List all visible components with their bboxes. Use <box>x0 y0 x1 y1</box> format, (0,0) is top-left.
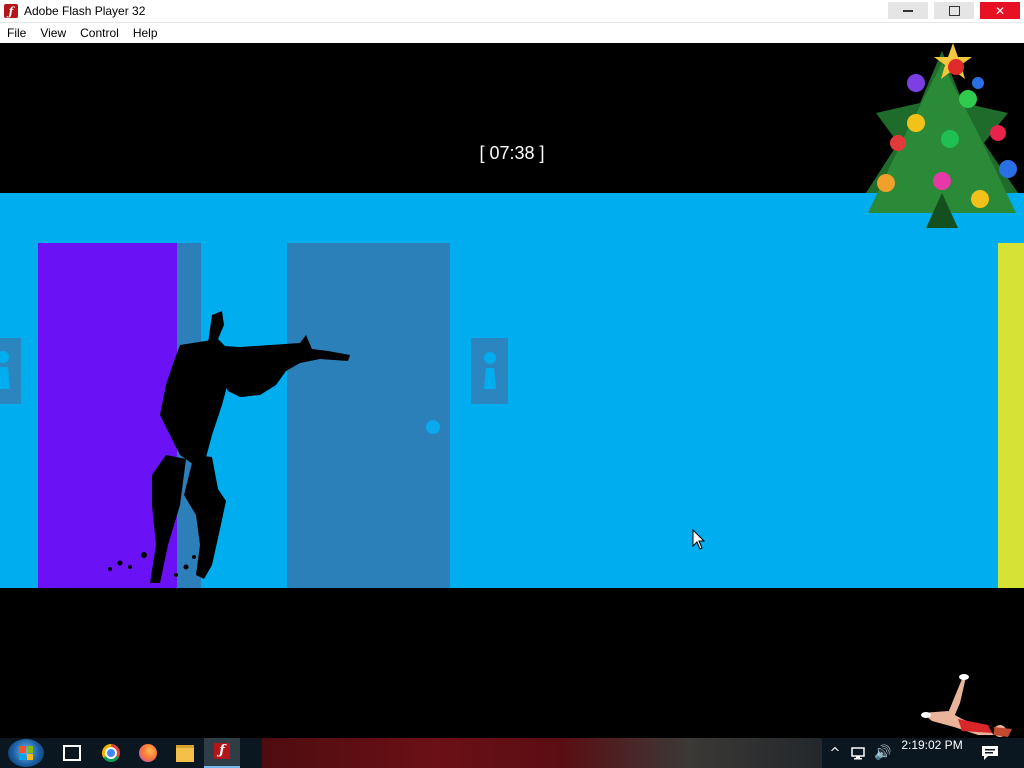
game-stage[interactable]: [ 07:38 ] <box>0 43 1024 738</box>
menu-view[interactable]: View <box>33 23 73 43</box>
menu-control[interactable]: Control <box>73 23 126 43</box>
door-knob <box>426 420 440 434</box>
dancing-figure <box>921 674 1012 737</box>
action-center-icon[interactable] <box>980 744 1000 762</box>
restroom-sign-mid <box>471 338 508 404</box>
file-explorer-icon[interactable] <box>176 744 194 762</box>
menu-file[interactable]: File <box>0 23 33 43</box>
person-icon <box>483 352 496 389</box>
window-title: Adobe Flash Player 32 <box>24 4 146 18</box>
title-bar: ƒ Adobe Flash Player 32 <box>0 0 1024 23</box>
soldier-silhouette <box>108 311 350 583</box>
mouse-cursor-icon <box>692 529 706 550</box>
yellow-door <box>998 243 1024 588</box>
menu-bar: File View Control Help <box>0 23 1024 43</box>
taskbar: ^ 🔊 2:19:02 PM <box>0 738 1024 768</box>
person-icon <box>0 351 10 389</box>
volume-icon[interactable]: 🔊 <box>874 738 892 768</box>
christmas-tree <box>866 43 1018 228</box>
restroom-sign-left <box>0 338 21 404</box>
menu-help[interactable]: Help <box>126 23 165 43</box>
firefox-icon[interactable] <box>139 744 157 762</box>
corridor <box>0 193 1024 588</box>
network-icon[interactable] <box>850 738 870 768</box>
minimize-button[interactable] <box>888 2 928 19</box>
maximize-button[interactable] <box>934 2 974 19</box>
taskbar-background-right <box>692 738 822 768</box>
task-view-icon[interactable] <box>63 744 81 762</box>
flash-player-icon: ƒ <box>4 4 18 18</box>
chevron-up-icon[interactable]: ^ <box>826 738 844 768</box>
flash-player-taskbar-icon[interactable] <box>204 738 240 768</box>
windows-start-icon[interactable] <box>8 739 44 767</box>
taskbar-background <box>262 738 692 768</box>
chrome-icon[interactable] <box>102 744 120 762</box>
close-button[interactable] <box>980 2 1020 19</box>
clock[interactable]: 2:19:02 PM <box>897 738 967 768</box>
